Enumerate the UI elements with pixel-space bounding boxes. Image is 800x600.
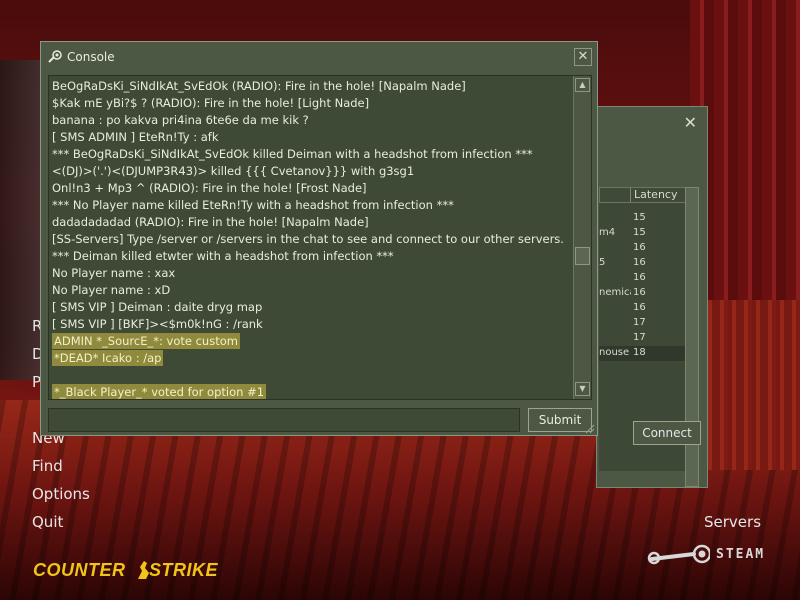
table-row[interactable]: 17 [599,331,685,346]
console-line: [ SMS ADMIN ] EteRn!Ty : afk [52,130,219,144]
console-line: [SS-Servers] Type /server or /servers in… [52,232,564,246]
svg-text:STRIKE: STRIKE [149,560,219,580]
scroll-thumb[interactable] [575,247,590,265]
close-icon[interactable]: ✕ [684,113,697,132]
table-row[interactable]: nemica16 [599,286,685,301]
menu-item-quit[interactable]: Quit [32,513,63,531]
table-row[interactable]: 15 [599,211,685,226]
console-line: [ SMS VIP ] Deiman : daite dryg map [52,300,263,314]
console-input[interactable] [48,408,520,432]
console-line: *** BeOgRaDsKi_SiNdIkAt_SvEdOk killed De… [52,147,533,161]
console-line: No Player name : xax [52,266,176,280]
console-line: banana : po kakva pri4ina 6te6e da me ki… [52,113,309,127]
console-line: <(DJ)>('.')<(DJUMP3R43)> killed {{{ Cvet… [52,164,415,178]
column-latency[interactable]: Latency [630,188,677,202]
menu-item-options[interactable]: Options [32,485,90,503]
server-browser-dialog: ✕ Latency 15 m415 16 516 16 nemica16 16 … [596,106,708,488]
server-list-header: Latency [599,187,687,203]
console-icon [48,50,62,63]
table-row[interactable]: 16 [599,301,685,316]
console-output: BeOgRaDsKi_SiNdIkAt_SvEdOk (RADIO): Fire… [48,75,592,400]
counter-strike-logo: COUNTER STRIKE [33,560,219,580]
close-icon[interactable]: ✕ [574,48,592,66]
table-row[interactable]: 16 [599,271,685,286]
servers-link[interactable]: Servers [704,513,761,531]
steam-logo: STEAM [646,543,765,565]
console-line: BeOgRaDsKi_SiNdIkAt_SvEdOk (RADIO): Fire… [52,79,466,93]
table-row[interactable]: 16 [599,241,685,256]
svg-text:COUNTER: COUNTER [33,560,126,580]
scroll-down-icon[interactable]: ▼ [575,382,590,396]
scroll-up-icon[interactable]: ▲ [575,78,590,92]
console-line: Onl!n3 + Mp3 ^ (RADIO): Fire in the hole… [52,181,367,195]
console-line: No Player name : xD [52,283,171,297]
menu-item-find-servers[interactable]: Find [32,457,63,475]
table-row[interactable]: m4 15 [599,226,685,241]
console-scrollbar[interactable]: ▲ ▼ [573,76,591,399]
console-line: $Kak mE yBi?$ ? (RADIO): Fire in the hol… [52,96,370,110]
console-line-highlighted: ADMIN *_SourcE_*: vote custom [52,333,240,349]
console-title: Console [67,50,115,64]
console-line: *** Deiman killed etwter with a headshot… [52,249,394,263]
table-row[interactable]: 17 [599,316,685,331]
console-line: dadadadadad (RADIO): Fire in the hole! [… [52,215,369,229]
resize-grip-icon[interactable] [583,422,595,434]
console-window: Console ✕ BeOgRaDsKi_SiNdIkAt_SvEdOk (RA… [40,41,598,436]
connect-button[interactable]: Connect [633,421,701,445]
console-line: [ SMS VIP ] [BKF]><$m0k!nG : /rank [52,317,263,331]
background-container-lower [700,300,800,470]
console-line-highlighted: *DEAD* Icako : /ap [52,350,164,366]
table-row[interactable]: 5 16 [599,256,685,271]
steam-icon [647,544,710,565]
steam-label: STEAM [716,546,766,562]
console-line-highlighted: *_Black Player_* voted for option #1 [52,384,267,399]
console-line: *** No Player name killed EteRn!Ty with … [52,198,454,212]
table-row-selected[interactable]: nouse 18 [599,346,685,361]
